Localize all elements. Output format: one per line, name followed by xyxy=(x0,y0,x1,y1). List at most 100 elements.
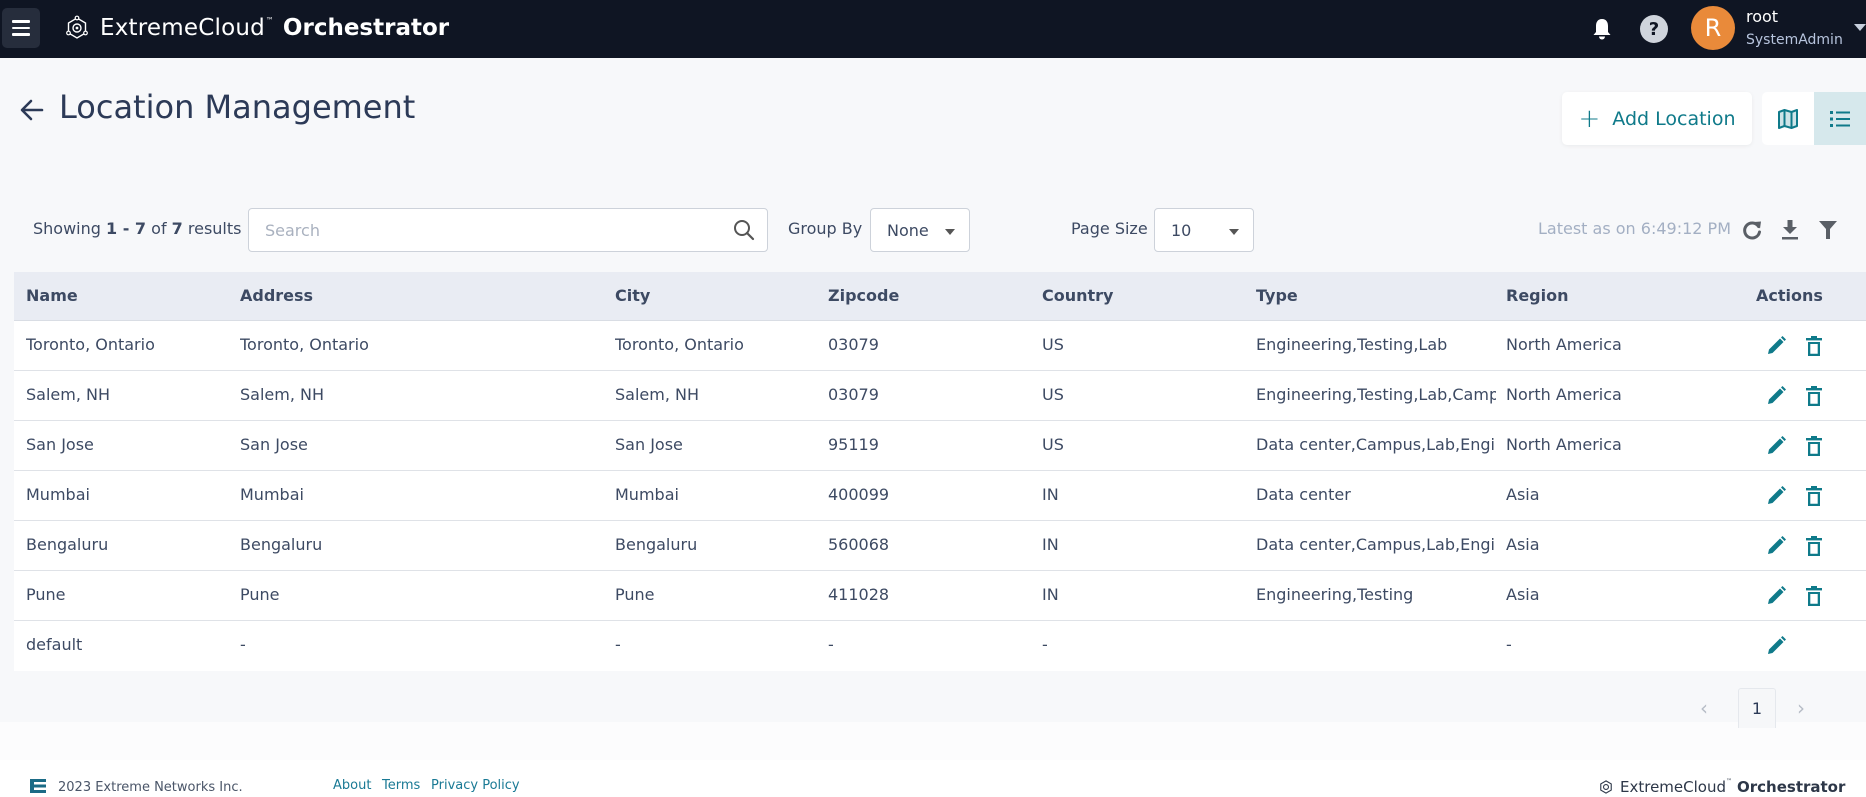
notifications-button[interactable] xyxy=(1587,14,1617,44)
cell-region: Asia xyxy=(1506,485,1540,504)
footer-brand-bold: Orchestrator xyxy=(1737,778,1846,796)
cell-zipcode: 411028 xyxy=(828,585,890,604)
user-avatar[interactable]: R xyxy=(1691,6,1735,50)
menu-button[interactable] xyxy=(2,8,40,48)
edit-button[interactable] xyxy=(1764,534,1788,558)
results-summary: Showing 1 - 7 of 7 results xyxy=(33,219,241,238)
pagination-next-button[interactable]: › xyxy=(1797,696,1805,720)
download-button[interactable] xyxy=(1777,217,1803,243)
app-brand[interactable]: ExtremeCloud ™ Orchestrator xyxy=(64,12,449,44)
column-header-name[interactable]: Name xyxy=(26,286,78,305)
svg-text:?: ? xyxy=(1649,19,1659,40)
delete-button[interactable] xyxy=(1802,584,1826,608)
cell-city: - xyxy=(615,635,621,654)
hamburger-icon xyxy=(12,18,30,38)
brand-name-bold: Orchestrator xyxy=(282,15,450,41)
pagination-prev-button[interactable]: ‹ xyxy=(1700,696,1708,720)
cell-name: Salem, NH xyxy=(26,385,111,404)
edit-button[interactable] xyxy=(1764,334,1788,358)
showing-prefix: Showing xyxy=(33,219,106,238)
filter-button[interactable] xyxy=(1815,217,1841,243)
trash-icon xyxy=(1806,386,1822,406)
cell-country: IN xyxy=(1042,585,1059,604)
table-header: Name Address City Zipcode Country Type R… xyxy=(14,272,1866,321)
cell-country: US xyxy=(1042,335,1064,354)
edit-button[interactable] xyxy=(1764,484,1788,508)
group-by-select[interactable]: None xyxy=(870,208,970,252)
list-view-toggle[interactable] xyxy=(1814,92,1866,145)
search-icon[interactable] xyxy=(733,219,755,241)
table-row[interactable]: Toronto, Ontario Toronto, Ontario Toront… xyxy=(14,321,1866,371)
table-row[interactable]: San Jose San Jose San Jose 95119 US Data… xyxy=(14,421,1866,471)
edit-button[interactable] xyxy=(1764,634,1788,658)
cell-address: Salem, NH xyxy=(240,385,325,404)
group-by-value: None xyxy=(887,220,929,240)
page-size-select[interactable]: 10 xyxy=(1154,208,1254,252)
delete-button[interactable] xyxy=(1802,534,1826,558)
trash-icon xyxy=(1806,436,1822,456)
cell-region: North America xyxy=(1506,435,1622,454)
cell-address: Pune xyxy=(240,585,280,604)
refresh-button[interactable] xyxy=(1739,217,1765,243)
cell-region: - xyxy=(1506,635,1512,654)
map-icon xyxy=(1778,108,1798,129)
table-row[interactable]: Bengaluru Bengaluru Bengaluru 560068 IN … xyxy=(14,521,1866,571)
delete-button[interactable] xyxy=(1802,484,1826,508)
cell-type: Engineering,Testing,Lab xyxy=(1256,335,1448,354)
table-body: Toronto, Ontario Toronto, Ontario Toront… xyxy=(14,321,1866,671)
cell-country: US xyxy=(1042,435,1064,454)
chevron-down-icon xyxy=(1229,229,1239,235)
edit-button[interactable] xyxy=(1764,434,1788,458)
pagination-page-1[interactable]: 1 xyxy=(1738,688,1776,728)
edit-button[interactable] xyxy=(1764,384,1788,408)
page-title: Location Management xyxy=(59,88,416,126)
cell-city: Toronto, Ontario xyxy=(615,335,744,354)
cell-zipcode: 400099 xyxy=(828,485,890,504)
column-header-region[interactable]: Region xyxy=(1506,286,1569,305)
edit-button[interactable] xyxy=(1764,584,1788,608)
orchestrator-logo-icon xyxy=(66,15,88,39)
pencil-icon xyxy=(1768,486,1786,504)
column-header-type[interactable]: Type xyxy=(1256,286,1298,305)
table-row[interactable]: Pune Pune Pune 411028 IN Engineering,Tes… xyxy=(14,571,1866,621)
help-button[interactable]: ? xyxy=(1639,14,1669,44)
table-row[interactable]: default - - - - - xyxy=(14,621,1866,671)
cell-region: North America xyxy=(1506,385,1622,404)
user-menu-caret-icon[interactable] xyxy=(1854,24,1866,31)
cell-zipcode: 03079 xyxy=(828,385,879,404)
delete-button[interactable] xyxy=(1802,334,1826,358)
cell-country: US xyxy=(1042,385,1064,404)
column-header-zipcode[interactable]: Zipcode xyxy=(828,286,899,305)
arrow-left-icon[interactable] xyxy=(18,96,46,124)
column-header-country[interactable]: Country xyxy=(1042,286,1113,305)
footer-link-terms[interactable]: Terms xyxy=(382,778,420,793)
cell-name: San Jose xyxy=(26,435,94,454)
add-location-button[interactable]: + Add Location xyxy=(1562,92,1752,145)
footer: 2023 Extreme Networks Inc. About Terms P… xyxy=(0,760,1866,797)
page-size-value: 10 xyxy=(1171,220,1192,240)
cell-name: default xyxy=(26,635,83,654)
search-input[interactable] xyxy=(265,209,705,251)
table-row[interactable]: Salem, NH Salem, NH Salem, NH 03079 US E… xyxy=(14,371,1866,421)
column-header-address[interactable]: Address xyxy=(240,286,313,305)
delete-button[interactable] xyxy=(1802,384,1826,408)
map-view-toggle[interactable] xyxy=(1762,92,1814,145)
cell-address: - xyxy=(240,635,246,654)
footer-link-privacy-policy[interactable]: Privacy Policy xyxy=(431,778,520,793)
footer-brand-trademark: ™ xyxy=(1726,777,1732,785)
cell-zipcode: 560068 xyxy=(828,535,890,554)
table-row[interactable]: Mumbai Mumbai Mumbai 400099 IN Data cent… xyxy=(14,471,1866,521)
user-name[interactable]: root xyxy=(1746,7,1778,26)
column-header-city[interactable]: City xyxy=(615,286,650,305)
cell-type: Data center,Campus,Lab,Engineering xyxy=(1256,435,1496,454)
cell-zipcode: 95119 xyxy=(828,435,879,454)
range-end: 7 xyxy=(134,219,147,238)
brand-name-light: ExtremeCloud xyxy=(100,15,265,41)
delete-button[interactable] xyxy=(1802,434,1826,458)
cell-country: IN xyxy=(1042,535,1059,554)
cell-city: Pune xyxy=(615,585,655,604)
cell-region: Asia xyxy=(1506,585,1540,604)
footer-link-about[interactable]: About xyxy=(333,778,371,793)
cell-name: Mumbai xyxy=(26,485,90,504)
plus-icon: + xyxy=(1578,103,1601,134)
